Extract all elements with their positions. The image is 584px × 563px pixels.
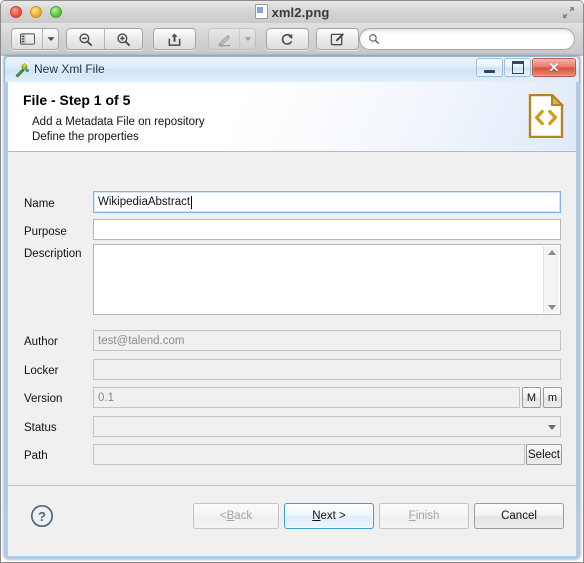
wizard-description: Add a Metadata File on repository Define… xyxy=(32,115,205,145)
text-caret xyxy=(191,195,193,209)
purpose-input[interactable] xyxy=(93,219,561,240)
new-wizard-icon xyxy=(13,62,29,78)
wizard-description-line2: Define the properties xyxy=(32,131,139,143)
dialog-minimize-button[interactable] xyxy=(476,58,503,77)
dialog-title: New Xml File xyxy=(34,62,105,76)
rotate-button[interactable] xyxy=(266,28,309,50)
author-label: Author xyxy=(24,336,58,348)
finish-button-label-post: inish xyxy=(415,510,440,522)
status-combobox[interactable] xyxy=(93,416,561,437)
back-button-label-pre: < xyxy=(219,510,227,522)
back-button-label-key: B xyxy=(226,510,235,522)
sidebar-toggle-button[interactable] xyxy=(11,28,59,50)
version-label: Version xyxy=(24,393,63,405)
cancel-button[interactable]: Cancel xyxy=(474,503,564,529)
author-input-value: test@talend.com xyxy=(98,334,185,347)
dialog-footer: ? < Back Next > Finish Cancel xyxy=(8,485,576,556)
scroll-up-arrow-icon[interactable] xyxy=(545,246,558,258)
dialog-window-controls: ✕ xyxy=(475,58,576,78)
dialog-maximize-button[interactable] xyxy=(504,58,531,77)
path-input[interactable] xyxy=(93,444,525,465)
share-arrow-icon xyxy=(168,33,181,46)
zoom-in-button[interactable] xyxy=(104,29,142,49)
pen-icon xyxy=(209,29,239,49)
help-button[interactable]: ? xyxy=(30,504,54,528)
expand-arrows-icon[interactable] xyxy=(561,5,576,20)
locker-input[interactable] xyxy=(93,359,561,380)
description-textarea[interactable] xyxy=(93,244,561,315)
annotate-button[interactable] xyxy=(316,28,359,50)
zoom-out-button[interactable] xyxy=(67,29,104,49)
markup-button[interactable] xyxy=(208,28,256,50)
image-file-icon xyxy=(254,4,268,19)
scroll-down-arrow-icon[interactable] xyxy=(545,301,558,313)
minimize-icon xyxy=(484,69,495,73)
edit-pencil-icon xyxy=(330,32,344,45)
wizard-header: File - Step 1 of 5 Add a Metadata File o… xyxy=(8,82,576,152)
description-label: Description xyxy=(24,248,82,260)
version-minor-button[interactable]: m xyxy=(543,387,562,408)
wizard-description-line1: Add a Metadata File on repository xyxy=(32,116,205,128)
purpose-label: Purpose xyxy=(24,226,67,238)
maximize-icon xyxy=(511,61,524,74)
next-button-label-key: N xyxy=(312,510,321,522)
finish-button-label-key: F xyxy=(408,510,416,522)
zoom-controls[interactable] xyxy=(66,28,143,50)
path-label: Path xyxy=(24,450,48,462)
xml-document-icon xyxy=(528,92,565,139)
chevron-down-icon[interactable] xyxy=(42,29,58,49)
new-xml-file-dialog: New Xml File ✕ File - Step 1 of 5 Add a … xyxy=(4,56,580,559)
share-button[interactable] xyxy=(153,28,196,50)
name-input[interactable]: WikipediaAbstract xyxy=(93,191,561,213)
dialog-body: File - Step 1 of 5 Add a Metadata File o… xyxy=(8,82,576,556)
search-input[interactable] xyxy=(359,28,575,50)
dialog-close-button[interactable]: ✕ xyxy=(532,58,576,77)
chevron-down-icon[interactable] xyxy=(548,424,556,430)
status-label: Status xyxy=(24,422,57,434)
version-major-button[interactable]: M xyxy=(522,387,541,408)
rotate-left-icon xyxy=(281,33,293,45)
chevron-down-icon[interactable] xyxy=(239,29,255,49)
back-button-label-post: ack xyxy=(234,510,253,522)
version-input[interactable]: 0.1 xyxy=(93,387,520,408)
dialog-titlebar[interactable]: New Xml File ✕ xyxy=(4,56,580,82)
window-title: xml2.png xyxy=(271,5,330,20)
author-input[interactable]: test@talend.com xyxy=(93,330,561,351)
page-title: File - Step 1 of 5 xyxy=(23,92,131,108)
mac-titlebar[interactable]: xml2.png xyxy=(1,1,583,24)
search-icon xyxy=(369,34,379,44)
back-button[interactable]: < Back xyxy=(193,503,279,529)
sidebar-icon xyxy=(12,29,42,49)
name-label: Name xyxy=(24,198,55,210)
finish-button[interactable]: Finish xyxy=(379,503,469,529)
svg-text:?: ? xyxy=(38,509,46,524)
locker-label: Locker xyxy=(24,365,59,377)
description-scrollbar[interactable] xyxy=(543,246,559,313)
version-input-value: 0.1 xyxy=(98,391,114,404)
properties-form: Name WikipediaAbstract Purpose Descripti… xyxy=(8,152,576,485)
next-button[interactable]: Next > xyxy=(284,503,374,529)
next-button-label-post: ext > xyxy=(320,510,346,522)
question-mark-icon: ? xyxy=(30,504,54,528)
window-title-bar-text: xml2.png xyxy=(1,4,583,20)
close-icon: ✕ xyxy=(548,60,560,75)
path-select-button[interactable]: Select xyxy=(526,444,562,465)
screenshot-root: xml2.png New Xml File ✕ File - Step 1 of… xyxy=(0,0,584,563)
preview-toolbar xyxy=(1,23,583,57)
name-input-value: WikipediaAbstract xyxy=(98,196,191,208)
cancel-button-label: Cancel xyxy=(501,510,537,522)
